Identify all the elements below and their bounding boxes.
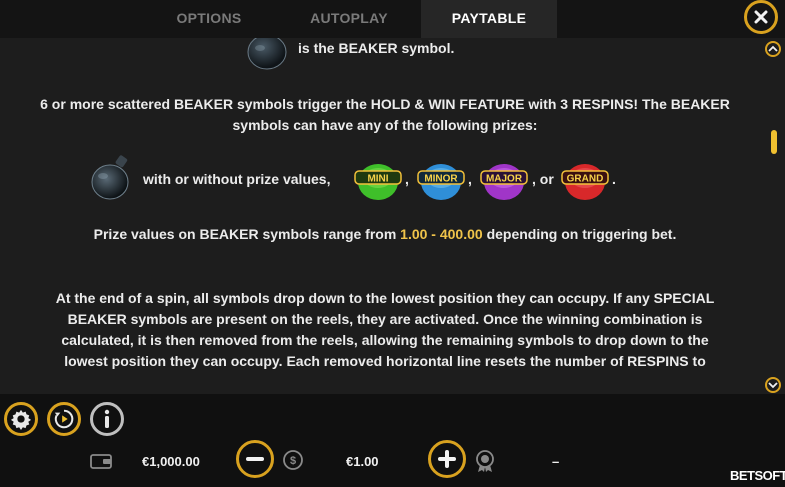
hold-win-description: 6 or more scattered BEAKER symbols trigg…: [40, 96, 730, 133]
plus-icon: [438, 450, 456, 468]
tab-options[interactable]: OPTIONS: [152, 0, 266, 38]
prize-range-text-end: depending on triggering bet.: [486, 226, 677, 242]
scrollbar-thumb[interactable]: [771, 130, 777, 154]
beaker-symbol-icon: [91, 155, 129, 200]
chevron-down-icon: [768, 382, 778, 389]
balance-value: €1,000.00: [142, 454, 200, 469]
info-button[interactable]: [90, 402, 124, 436]
increase-bet-button[interactable]: [428, 440, 466, 478]
beaker-symbol-icon: [247, 38, 287, 70]
paytable-content: is the BEAKER symbol. 6 or more scattere…: [0, 38, 763, 394]
mini-jackpot-icon: MINI: [354, 164, 402, 200]
mini-jackpot-label: MINI: [367, 174, 388, 185]
win-value: –: [552, 454, 560, 469]
settings-button[interactable]: [4, 402, 38, 436]
separator: .: [612, 171, 616, 187]
gear-icon: [10, 409, 32, 430]
grand-jackpot-label: GRAND: [567, 174, 604, 185]
major-jackpot-label: MAJOR: [486, 174, 523, 185]
prize-row-lead: with or without prize values,: [143, 171, 331, 187]
svg-text:$: $: [290, 455, 296, 467]
separator: ,: [468, 171, 472, 187]
drop-down-description: At the end of a spin, all symbols drop d…: [55, 290, 715, 369]
grand-jackpot-icon: GRAND: [561, 164, 609, 200]
bet-value: €1.00: [346, 454, 379, 469]
minor-jackpot-label: MINOR: [424, 174, 458, 185]
betsoft-logo: BETSOFT: [730, 468, 785, 483]
info-icon: [104, 409, 110, 428]
close-icon: [754, 10, 768, 24]
prize-row: with or without prize values, MINI , MIN…: [0, 154, 763, 204]
autoplay-icon: [54, 409, 74, 429]
prize-range-value: 1.00 - 400.00: [400, 226, 483, 242]
autoplay-button[interactable]: [47, 402, 81, 436]
tab-paytable[interactable]: PAYTABLE: [421, 0, 557, 38]
close-button[interactable]: [744, 0, 778, 34]
chevron-up-icon: [768, 45, 778, 52]
coins-icon: $: [283, 450, 303, 470]
wallet-icon: [90, 454, 112, 469]
scroll-up-button[interactable]: [765, 41, 781, 57]
tab-bar: OPTIONS AUTOPLAY PAYTABLE: [0, 0, 785, 38]
separator: ,: [405, 171, 409, 187]
minor-jackpot-icon: MINOR: [417, 164, 465, 200]
minus-icon: [246, 457, 264, 461]
major-jackpot-icon: MAJOR: [480, 164, 528, 200]
tab-autoplay[interactable]: AUTOPLAY: [290, 0, 408, 38]
beaker-description: is the BEAKER symbol.: [298, 40, 455, 56]
award-icon: [476, 450, 494, 472]
scroll-down-button[interactable]: [765, 377, 781, 393]
prize-range-description: Prize values on BEAKER symbols range fro…: [40, 224, 730, 245]
bottom-bar: €1,000.00 $ €1.00 –: [0, 394, 785, 487]
decrease-bet-button[interactable]: [236, 440, 274, 478]
prize-range-text: Prize values on BEAKER symbols range fro…: [93, 226, 397, 242]
separator: , or: [532, 171, 554, 187]
